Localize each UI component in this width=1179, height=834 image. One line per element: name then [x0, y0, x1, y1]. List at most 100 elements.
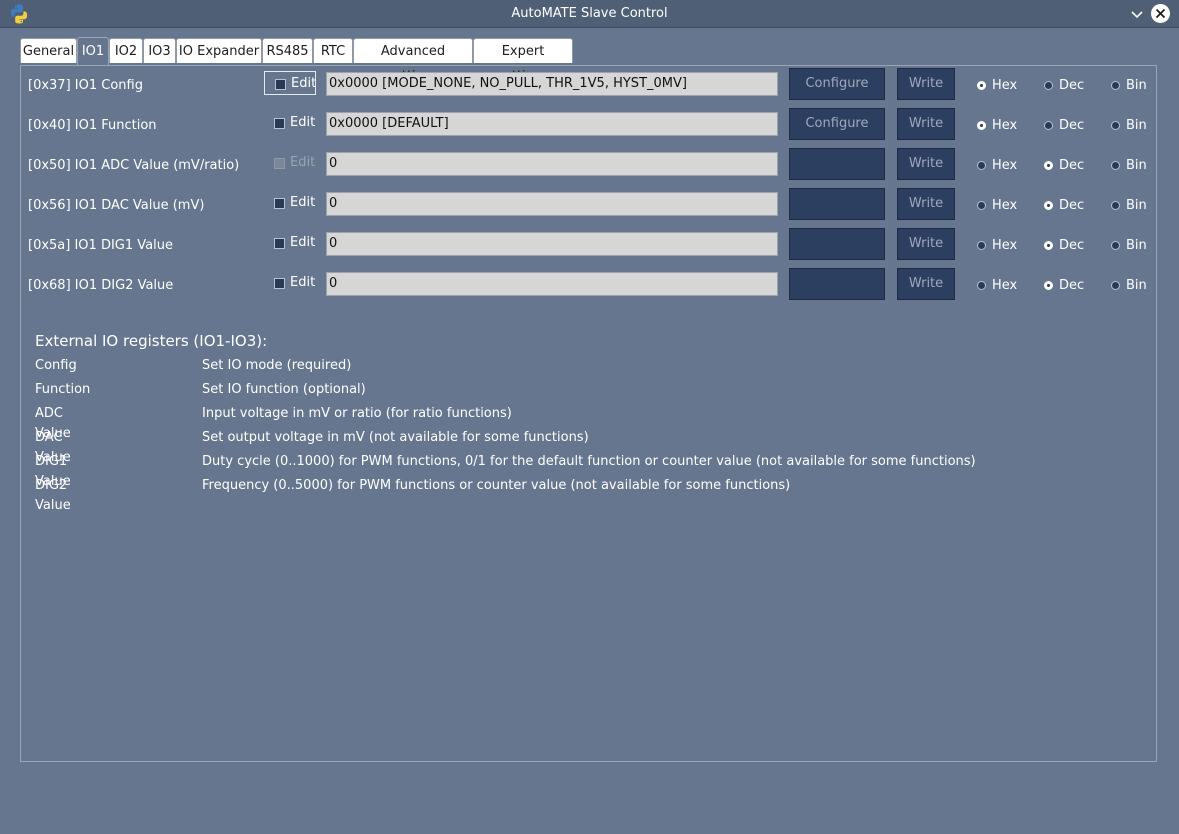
write-button[interactable]: Write: [897, 108, 955, 140]
register-label: [0x37] IO1 Config: [28, 78, 143, 93]
radio-label: Hex: [992, 78, 1018, 93]
register-label: [0x5a] IO1 DIG1 Value: [28, 238, 173, 253]
checkbox-box[interactable]: [274, 278, 285, 289]
edit-checkbox[interactable]: Edit: [264, 271, 316, 295]
tab-io-expander[interactable]: IO Expander: [176, 38, 262, 63]
edit-checkbox[interactable]: Edit: [264, 231, 316, 255]
help-name: Config: [35, 358, 77, 373]
radio-label: Bin: [1126, 198, 1147, 213]
edit-label: Edit: [290, 275, 316, 290]
help-desc: Input voltage in mV or ratio (for ratio …: [202, 406, 512, 421]
radio-dot[interactable]: [1111, 161, 1120, 170]
write-button[interactable]: Write: [897, 148, 955, 180]
configure-button[interactable]: [789, 268, 885, 300]
radio-dot[interactable]: [1044, 241, 1053, 250]
help-name: Function: [35, 382, 91, 397]
write-button[interactable]: Write: [897, 68, 955, 100]
help-desc: Set IO function (optional): [202, 382, 366, 397]
tab-io1[interactable]: IO1: [77, 37, 109, 65]
radio-dot[interactable]: [1044, 121, 1053, 130]
help-name: DIG2 Value: [35, 478, 71, 513]
radio-label: Dec: [1059, 118, 1085, 133]
radio-dot[interactable]: [1044, 201, 1053, 210]
configure-button[interactable]: [789, 228, 885, 260]
radio-dot[interactable]: [977, 81, 986, 90]
tab-expert-settings[interactable]: Expert settings: [473, 38, 573, 84]
tab-rs485[interactable]: RS485: [262, 38, 313, 63]
radio-dot[interactable]: [1044, 81, 1053, 90]
write-button[interactable]: Write: [897, 268, 955, 300]
radio-label: Hex: [992, 238, 1018, 253]
checkbox-box[interactable]: [274, 238, 285, 249]
title-bar: AutoMATE Slave Control: [0, 0, 1179, 28]
register-label: [0x40] IO1 Function: [28, 118, 157, 133]
edit-label: Edit: [290, 235, 316, 250]
write-button[interactable]: Write: [897, 188, 955, 220]
radio-label: Dec: [1059, 278, 1085, 293]
register-value-field[interactable]: 0: [326, 232, 778, 256]
edit-checkbox[interactable]: Edit: [264, 191, 316, 215]
radio-dot[interactable]: [1111, 281, 1120, 290]
tab-rtc[interactable]: RTC: [313, 38, 353, 63]
tab-general[interactable]: General: [20, 38, 77, 63]
help-desc: Set output voltage in mV (not available …: [202, 430, 589, 445]
radio-dot[interactable]: [1044, 281, 1053, 290]
help-desc: Frequency (0..5000) for PWM functions or…: [202, 478, 791, 493]
edit-label: Edit: [290, 115, 316, 130]
checkbox-box: [274, 158, 285, 169]
radio-label: Dec: [1059, 198, 1085, 213]
close-icon: [1155, 8, 1166, 19]
help-desc: Duty cycle (0..1000) for PWM functions, …: [202, 454, 976, 469]
radio-label: Dec: [1059, 238, 1085, 253]
tab-io2[interactable]: IO2: [109, 38, 143, 63]
edit-checkbox[interactable]: Edit: [264, 111, 316, 135]
radio-dot[interactable]: [977, 281, 986, 290]
radio-label: Bin: [1126, 118, 1147, 133]
configure-button[interactable]: [789, 148, 885, 180]
checkbox-box[interactable]: [274, 118, 285, 129]
register-value-field[interactable]: 0x0000 [MODE_NONE, NO_PULL, THR_1V5, HYS…: [326, 72, 778, 96]
edit-checkbox[interactable]: Edit: [264, 71, 316, 95]
radio-label: Dec: [1059, 78, 1085, 93]
radio-label: Bin: [1126, 78, 1147, 93]
edit-label: Edit: [290, 195, 316, 210]
radio-label: Hex: [992, 278, 1018, 293]
radio-dot[interactable]: [1111, 121, 1120, 130]
radio-dot[interactable]: [1111, 241, 1120, 250]
edit-checkbox: Edit: [264, 151, 316, 175]
radio-dot[interactable]: [1111, 81, 1120, 90]
configure-button[interactable]: Configure: [789, 108, 885, 140]
radio-label: Hex: [992, 158, 1018, 173]
help-title: External IO registers (IO1-IO3):: [35, 332, 268, 350]
register-value-field[interactable]: 0: [326, 192, 778, 216]
checkbox-box[interactable]: [274, 198, 285, 209]
register-label: [0x56] IO1 DAC Value (mV): [28, 198, 205, 213]
radio-label: Bin: [1126, 158, 1147, 173]
edit-label: Edit: [290, 155, 316, 170]
radio-dot[interactable]: [977, 201, 986, 210]
close-button[interactable]: [1151, 4, 1170, 23]
tab-io3[interactable]: IO3: [143, 38, 176, 63]
register-label: [0x50] IO1 ADC Value (mV/ratio): [28, 158, 240, 173]
configure-button[interactable]: [789, 188, 885, 220]
register-value-field[interactable]: 0: [326, 152, 778, 176]
radio-dot[interactable]: [977, 241, 986, 250]
edit-label: Edit: [291, 76, 317, 91]
checkbox-box[interactable]: [275, 79, 286, 90]
register-value-field[interactable]: 0: [326, 272, 778, 296]
radio-dot[interactable]: [1044, 161, 1053, 170]
minimize-chevron-icon[interactable]: [1128, 5, 1146, 23]
radio-label: Bin: [1126, 278, 1147, 293]
write-button[interactable]: Write: [897, 228, 955, 260]
radio-dot[interactable]: [977, 161, 986, 170]
radio-dot[interactable]: [977, 121, 986, 130]
register-label: [0x68] IO1 DIG2 Value: [28, 278, 174, 293]
radio-label: Hex: [992, 198, 1018, 213]
radio-label: Hex: [992, 118, 1018, 133]
radio-dot[interactable]: [1111, 201, 1120, 210]
tab-advanced-settings[interactable]: Advanced settings: [353, 38, 473, 84]
radio-label: Bin: [1126, 238, 1147, 253]
help-desc: Set IO mode (required): [202, 358, 352, 373]
configure-button[interactable]: Configure: [789, 68, 885, 100]
register-value-field[interactable]: 0x0000 [DEFAULT]: [326, 112, 778, 136]
